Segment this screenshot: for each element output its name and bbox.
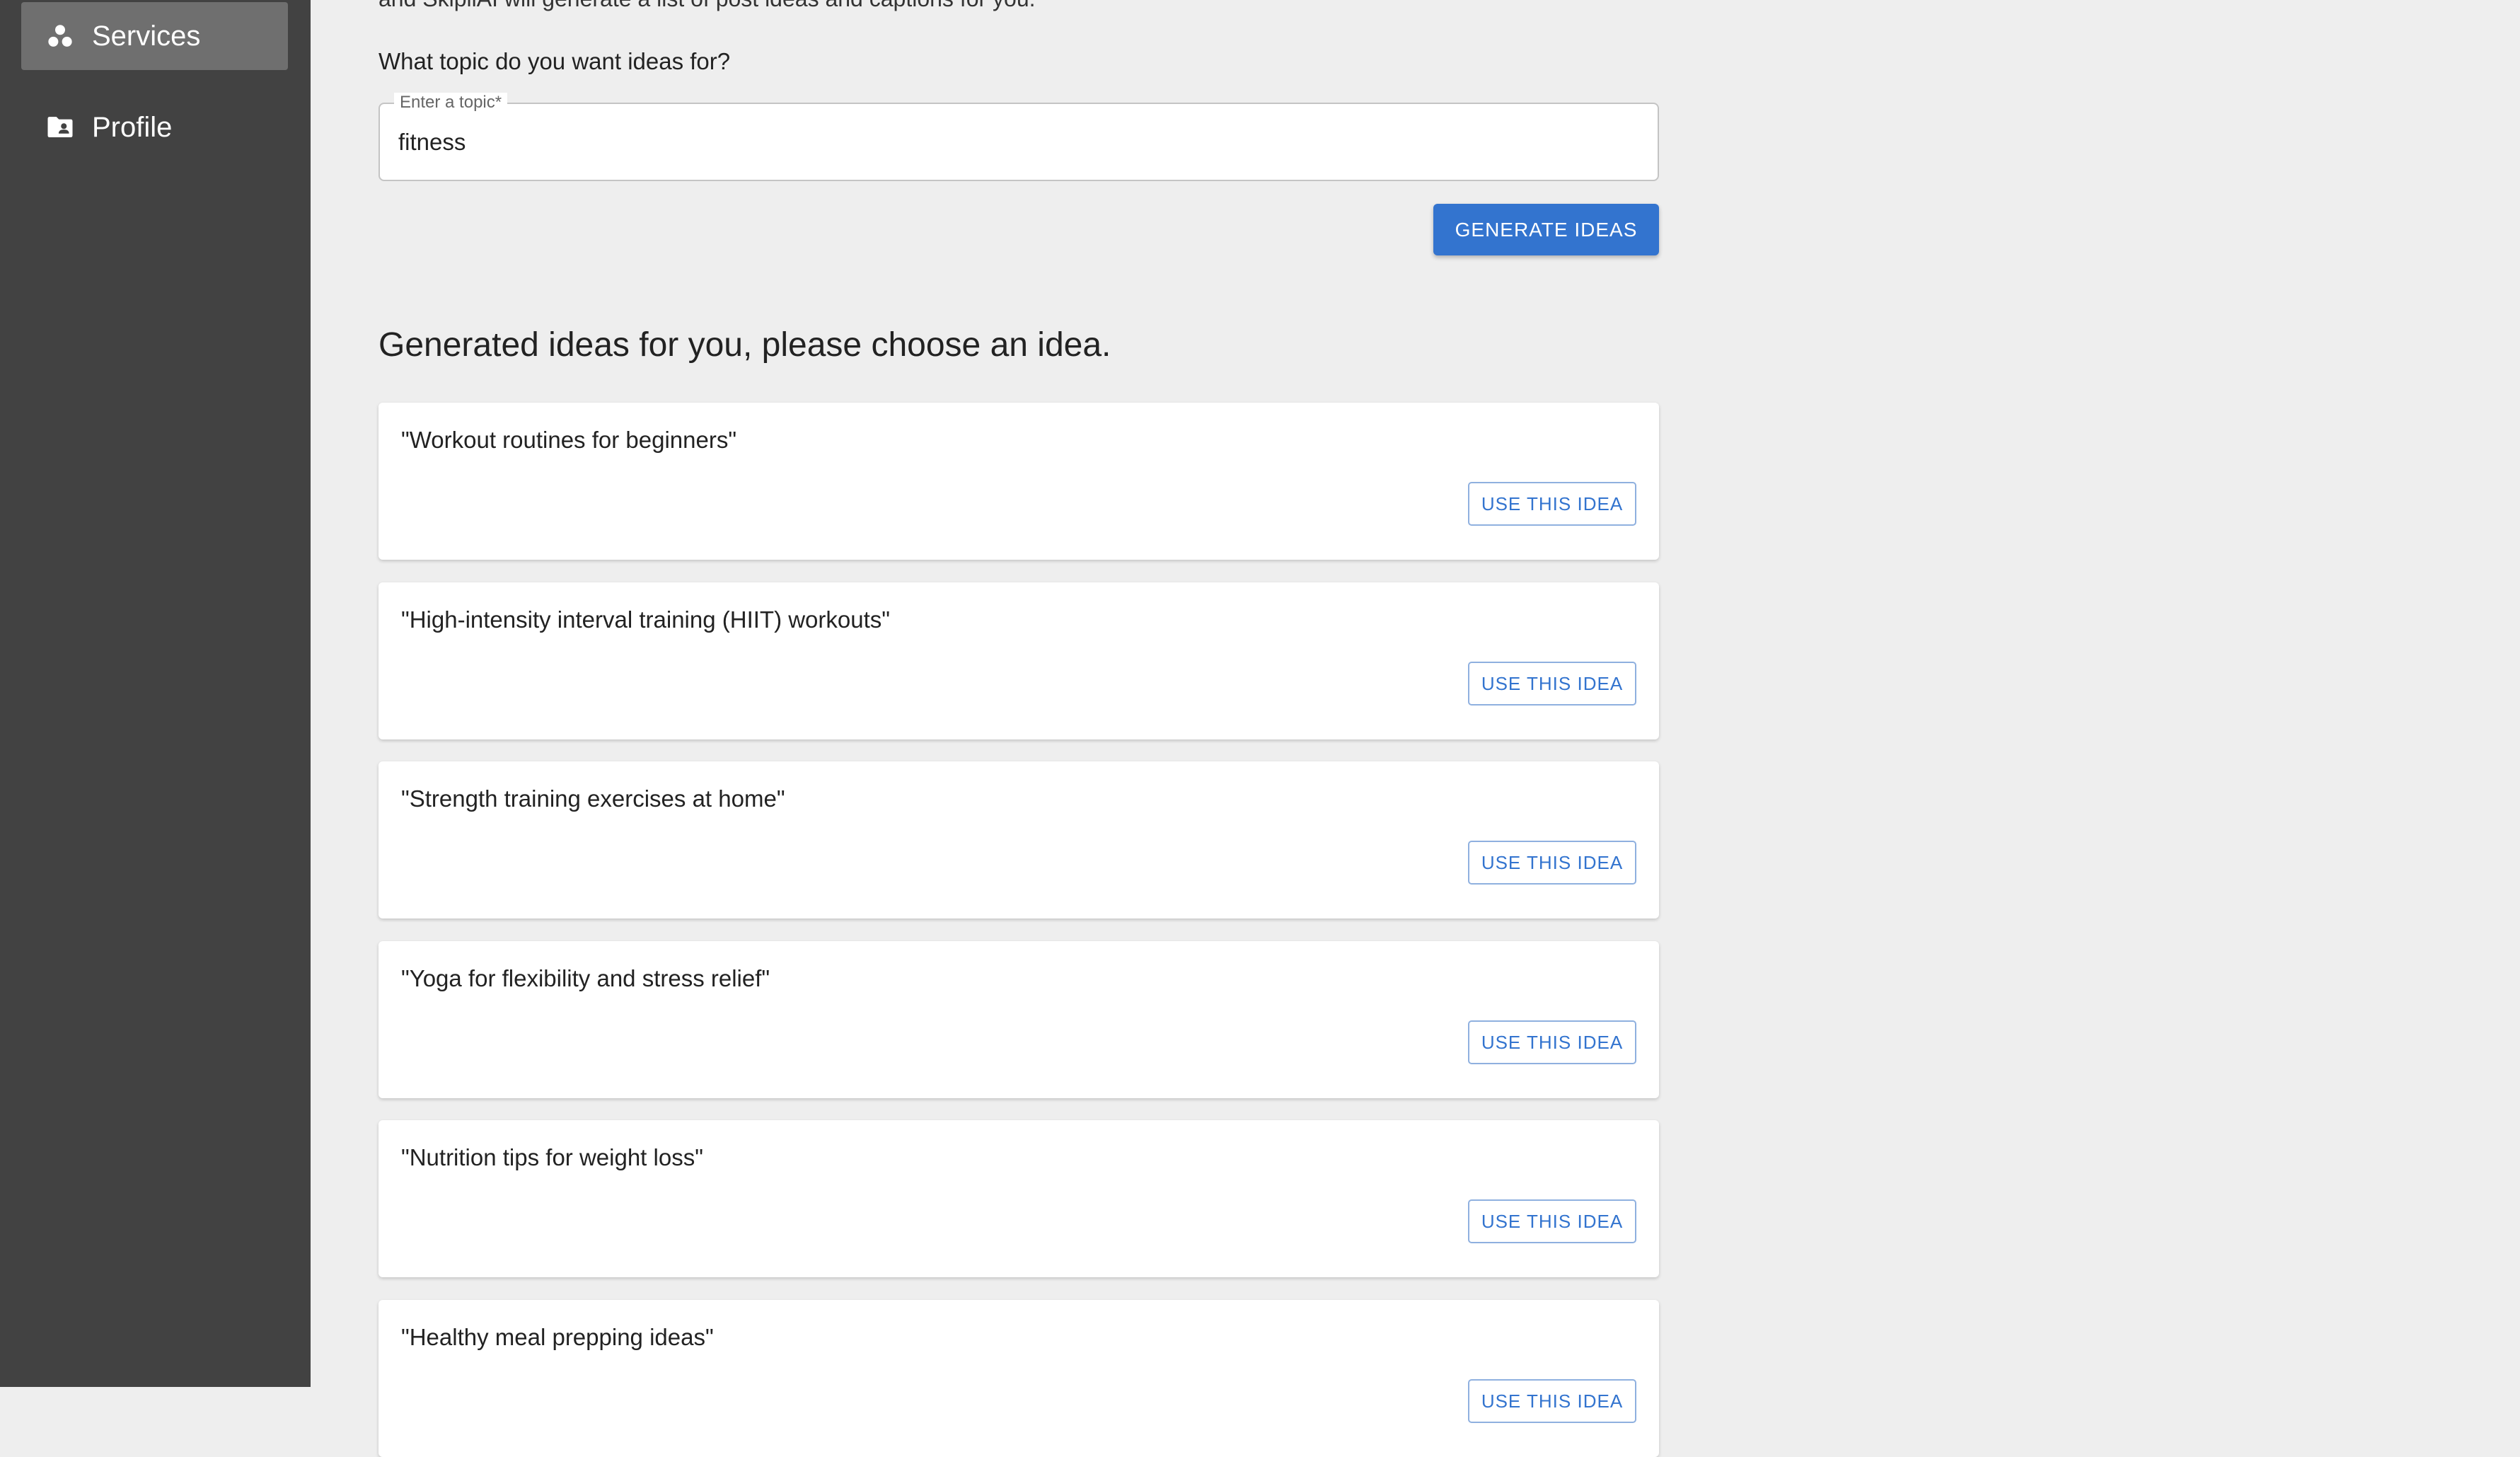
sidebar-item-label: Profile [92, 111, 173, 143]
idea-title: "High-intensity interval training (HIIT)… [401, 606, 890, 633]
use-this-idea-button[interactable]: USE THIS IDEA [1468, 841, 1636, 885]
idea-title: "Nutrition tips for weight loss" [401, 1144, 703, 1170]
idea-title: "Strength training exercises at home" [401, 785, 785, 812]
use-this-idea-button[interactable]: USE THIS IDEA [1468, 482, 1636, 526]
sidebar-item-services[interactable]: Services [21, 2, 288, 70]
idea-card: "Yoga for flexibility and stress relief"… [378, 941, 1659, 1098]
topic-input[interactable] [398, 104, 1629, 180]
ideas-heading: Generated ideas for you, please choose a… [378, 326, 1111, 364]
idea-card: "Strength training exercises at home" US… [378, 761, 1659, 918]
idea-title: "Healthy meal prepping ideas" [401, 1324, 714, 1350]
idea-card: "High-intensity interval training (HIIT)… [378, 582, 1659, 739]
use-this-idea-button[interactable]: USE THIS IDEA [1468, 1199, 1636, 1243]
services-icon [45, 21, 75, 51]
intro-text: and SkipliAI will generate a list of pos… [378, 0, 1036, 12]
sidebar: Services Profile [0, 0, 311, 1387]
idea-title: "Yoga for flexibility and stress relief" [401, 965, 770, 991]
use-this-idea-button[interactable]: USE THIS IDEA [1468, 1020, 1636, 1064]
use-this-idea-button[interactable]: USE THIS IDEA [1468, 662, 1636, 706]
use-this-idea-button[interactable]: USE THIS IDEA [1468, 1379, 1636, 1423]
main-content: and SkipliAI will generate a list of pos… [378, 0, 1659, 1457]
idea-card: "Workout routines for beginners" USE THI… [378, 403, 1659, 560]
idea-card: "Healthy meal prepping ideas" USE THIS I… [378, 1300, 1659, 1457]
topic-question: What topic do you want ideas for? [378, 48, 731, 74]
idea-title: "Workout routines for beginners" [401, 427, 737, 453]
topic-field[interactable]: Enter a topic* [378, 93, 1659, 181]
idea-card: "Nutrition tips for weight loss" USE THI… [378, 1120, 1659, 1277]
sidebar-item-profile[interactable]: Profile [21, 93, 288, 161]
sidebar-item-label: Services [92, 20, 201, 52]
profile-folder-icon [45, 113, 75, 142]
generate-ideas-button[interactable]: GENERATE IDEAS [1433, 204, 1659, 255]
